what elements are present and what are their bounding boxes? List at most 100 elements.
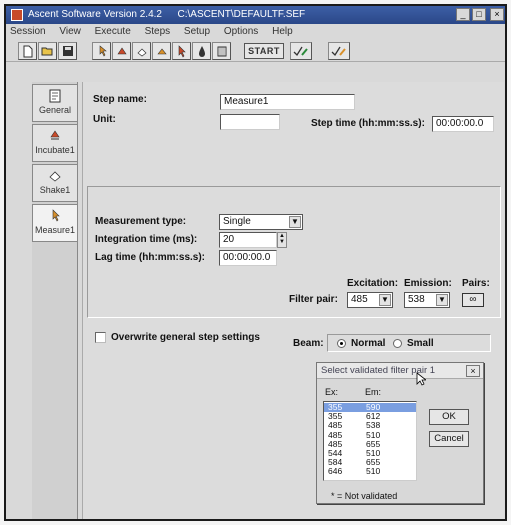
menu-steps[interactable]: Steps xyxy=(145,24,171,40)
sidebar-item-label: Shake1 xyxy=(39,185,71,195)
dispense-step-button[interactable] xyxy=(152,42,171,60)
step-time-label: Step time (hh:mm:ss.s): xyxy=(311,118,425,129)
beam-normal-radio[interactable] xyxy=(337,339,346,348)
new-file-button[interactable] xyxy=(18,42,37,60)
open-file-button[interactable] xyxy=(38,42,57,60)
beam-small-radio[interactable] xyxy=(393,339,402,348)
folder-open-icon xyxy=(41,47,53,56)
lag-time-input[interactable]: 00:00:00.0 xyxy=(219,250,277,266)
window-title: Ascent Software Version 2.4.2 xyxy=(28,9,162,20)
not-validated-note: * = Not validated xyxy=(331,491,398,501)
step-time-input[interactable]: 00:00:00.0 xyxy=(432,116,494,132)
emission-value: 538 xyxy=(408,294,425,305)
drop-icon xyxy=(198,46,205,57)
shake-step-button[interactable] xyxy=(132,42,151,60)
emission-label: Emission: xyxy=(404,278,452,289)
sidebar-item-label: General xyxy=(38,105,72,115)
menu-setup[interactable]: Setup xyxy=(184,24,210,40)
new-file-icon xyxy=(23,45,32,58)
beam-normal-label: Normal xyxy=(351,338,386,349)
integration-time-label: Integration time (ms): xyxy=(95,234,198,245)
drop-step-button[interactable] xyxy=(192,42,211,60)
toolbar: START xyxy=(6,40,505,62)
sidebar-item-label: Measure1 xyxy=(34,225,76,235)
menu-session[interactable]: Session xyxy=(10,24,46,40)
integration-time-input[interactable]: 20 xyxy=(219,232,277,248)
pointer-step-icon xyxy=(99,45,107,57)
step-name-label: Step name: xyxy=(93,94,147,105)
step-name-input[interactable]: Measure1 xyxy=(220,94,355,110)
filter-pair-dialog: Select validated filter pair 1 × Ex: Em:… xyxy=(316,362,484,504)
excitation-select[interactable]: 485 ▼ xyxy=(347,292,393,308)
mouse-cursor-icon xyxy=(416,372,426,386)
sidebar-item-shake1[interactable]: Shake1 xyxy=(32,164,78,202)
window-file-path: C:\ASCENT\DEFAULTF.SEF xyxy=(177,9,306,20)
chevron-down-icon[interactable]: ▼ xyxy=(289,216,301,228)
plate-step-button[interactable] xyxy=(212,42,231,60)
measurement-type-value: Single xyxy=(223,216,251,227)
edit-button[interactable] xyxy=(328,42,350,60)
check-button[interactable] xyxy=(290,42,312,60)
pairs-label: Pairs: xyxy=(462,278,490,289)
beam-small-label: Small xyxy=(407,338,434,349)
minimize-button[interactable]: _ xyxy=(456,8,470,21)
unit-input[interactable] xyxy=(220,114,280,130)
overwrite-settings-checkbox[interactable] xyxy=(95,332,106,343)
menu-options[interactable]: Options xyxy=(224,24,258,40)
list-item[interactable]: 646 510 xyxy=(324,467,416,476)
overwrite-settings-label: Overwrite general step settings xyxy=(111,332,260,343)
measurement-type-select[interactable]: Single ▼ xyxy=(219,214,303,230)
ok-button[interactable]: OK xyxy=(429,409,469,425)
dispense-icon xyxy=(156,48,167,55)
menu-help[interactable]: Help xyxy=(272,24,293,40)
shake-icon xyxy=(49,171,61,182)
chevron-down-icon[interactable]: ▼ xyxy=(436,294,448,306)
incubate-step-button[interactable] xyxy=(112,42,131,60)
sidebar-item-incubate1[interactable]: Incubate1 xyxy=(32,124,78,162)
excitation-value: 485 xyxy=(351,294,368,305)
general-step-button[interactable] xyxy=(92,42,111,60)
filter-pair-listbox[interactable]: 355 590 355 612 485 538 485 510 485 655 544 51… xyxy=(323,401,417,481)
kinetic-icon xyxy=(178,45,186,58)
application-window: Ascent Software Version 2.4.2 C:\ASCENT\… xyxy=(4,4,507,521)
lag-time-label: Lag time (hh:mm:ss.s): xyxy=(95,252,206,263)
filter-pair-label: Filter pair: xyxy=(289,294,338,305)
integration-time-spinner[interactable]: ▲ ▼ xyxy=(277,232,287,248)
menu-bar: Session View Execute Steps Setup Options… xyxy=(6,24,505,40)
pairs-button[interactable]: ∞ xyxy=(462,293,484,307)
sidebar-item-label: Incubate1 xyxy=(35,145,75,155)
spin-down-icon[interactable]: ▼ xyxy=(278,239,286,245)
start-button[interactable]: START xyxy=(244,43,284,59)
sidebar-item-measure1[interactable]: Measure1 xyxy=(32,204,78,242)
title-bar: Ascent Software Version 2.4.2 C:\ASCENT\… xyxy=(6,6,505,24)
save-button[interactable] xyxy=(58,42,77,60)
excitation-label: Excitation: xyxy=(347,278,399,289)
dialog-close-button[interactable]: × xyxy=(466,365,480,377)
beam-label: Beam: xyxy=(293,338,324,349)
shake-icon xyxy=(136,48,147,57)
maximize-button[interactable]: □ xyxy=(472,8,486,21)
check-pen-icon xyxy=(293,46,308,57)
cancel-button[interactable]: Cancel xyxy=(429,431,469,447)
app-icon xyxy=(11,9,23,21)
kinetic-step-button[interactable] xyxy=(172,42,191,60)
measure-icon xyxy=(52,209,60,222)
ex-column-header: Ex: xyxy=(325,387,339,397)
dialog-title: Select validated filter pair 1 xyxy=(317,363,483,379)
plate-icon xyxy=(217,46,226,57)
floppy-disk-icon xyxy=(62,46,73,56)
em-column-header: Em: xyxy=(365,387,382,397)
menu-execute[interactable]: Execute xyxy=(95,24,131,40)
unit-label: Unit: xyxy=(93,114,116,125)
step-sidebar: General Incubate1 Shake1 Measure1 xyxy=(32,82,78,519)
infinity-icon: ∞ xyxy=(469,294,477,305)
incubate-icon xyxy=(50,130,60,140)
sidebar-item-general[interactable]: General xyxy=(32,84,78,122)
measurement-type-label: Measurement type: xyxy=(95,216,187,227)
chevron-down-icon[interactable]: ▼ xyxy=(379,294,391,306)
emission-select[interactable]: 538 ▼ xyxy=(404,292,450,308)
incubate-icon xyxy=(116,47,127,55)
edit-pen-icon xyxy=(331,46,346,57)
close-window-button[interactable]: × xyxy=(490,8,504,21)
menu-view[interactable]: View xyxy=(59,24,81,40)
